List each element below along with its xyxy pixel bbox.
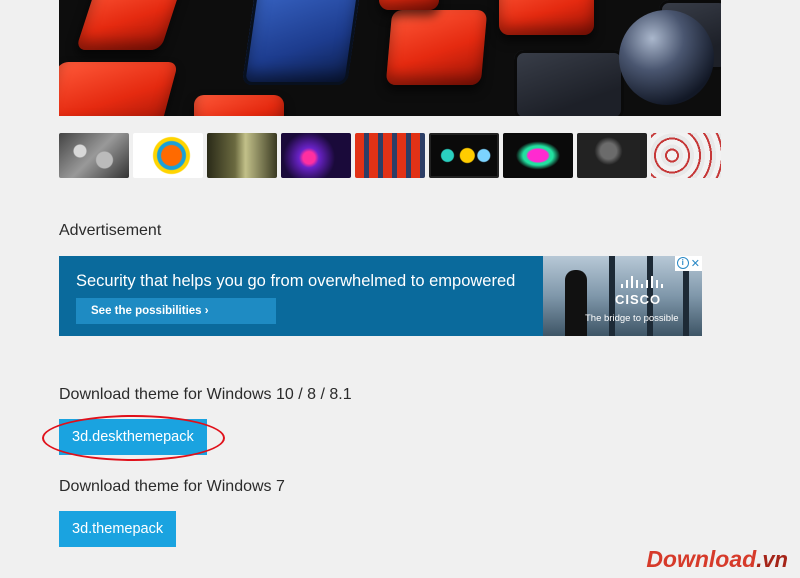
dark-cube bbox=[514, 50, 624, 116]
red-cube bbox=[59, 62, 179, 116]
close-icon[interactable]: ✕ bbox=[691, 257, 700, 270]
cisco-logo-bars bbox=[621, 276, 663, 288]
watermark-main: Download bbox=[646, 546, 757, 572]
theme-thumbnail[interactable] bbox=[281, 133, 351, 178]
watermark-suffix: .vn bbox=[756, 547, 788, 572]
red-cube bbox=[75, 0, 184, 50]
hero-theme-image bbox=[59, 0, 721, 116]
red-cube bbox=[499, 0, 594, 35]
download-vn-watermark: Download.vn bbox=[646, 546, 788, 573]
download-win7-label: Download theme for Windows 7 bbox=[59, 478, 285, 495]
blue-cube bbox=[241, 0, 362, 85]
red-cube bbox=[194, 95, 284, 116]
theme-thumbnail[interactable] bbox=[59, 133, 129, 178]
ad-tagline: The bridge to possible bbox=[585, 313, 679, 324]
highlight-circle bbox=[42, 415, 225, 461]
theme-thumbnail[interactable] bbox=[577, 133, 647, 178]
advertisement-banner[interactable]: Security that helps you go from overwhel… bbox=[59, 256, 702, 336]
theme-thumbnail[interactable] bbox=[651, 133, 721, 178]
cisco-logo: CISCO bbox=[615, 292, 662, 307]
download-themepack-button[interactable]: 3d.themepack bbox=[59, 511, 177, 547]
theme-thumbnail-selected[interactable] bbox=[429, 133, 499, 178]
theme-thumbnail[interactable] bbox=[503, 133, 573, 178]
silhouette-person bbox=[565, 270, 587, 336]
theme-thumbnail[interactable] bbox=[355, 133, 425, 178]
theme-thumbnail-strip bbox=[59, 133, 721, 178]
red-cube bbox=[385, 10, 488, 85]
glass-sphere bbox=[619, 10, 714, 105]
ad-cta-button[interactable]: See the possibilities › bbox=[76, 298, 276, 324]
ad-info-icon[interactable]: i bbox=[676, 257, 689, 269]
ad-choices: i ✕ bbox=[674, 256, 702, 271]
ad-headline: Security that helps you go from overwhel… bbox=[76, 272, 516, 290]
red-cube bbox=[379, 0, 439, 10]
advertisement-heading: Advertisement bbox=[59, 222, 162, 239]
theme-thumbnail[interactable] bbox=[133, 133, 203, 178]
theme-thumbnail[interactable] bbox=[207, 133, 277, 178]
download-win10-label: Download theme for Windows 10 / 8 / 8.1 bbox=[59, 386, 352, 403]
